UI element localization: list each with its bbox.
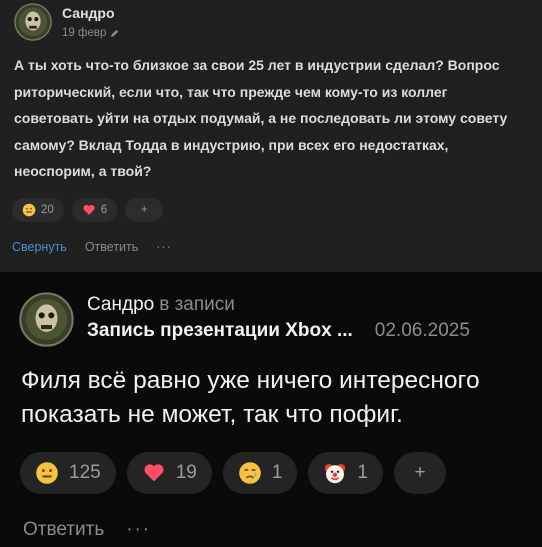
comment-text: А ты хоть что-то близкое за свои 25 лет … <box>14 57 508 179</box>
reaction-smile[interactable]: 20 <box>12 198 64 222</box>
reaction-count: 125 <box>69 462 101 483</box>
comment-author[interactable]: Сандро <box>62 5 115 21</box>
pencil-icon <box>111 29 119 37</box>
comment-date[interactable]: 19 февр <box>62 27 106 39</box>
post-title-link[interactable]: Запись презентации Xbox ... <box>87 320 353 342</box>
comment-date-row: 19 февр <box>62 27 119 39</box>
reactions-bar: 125 19 1 1 + <box>20 452 446 494</box>
heart-emoji-icon <box>144 464 164 482</box>
reaction-heart[interactable]: 6 <box>71 198 118 222</box>
reaction-count: 20 <box>41 204 54 216</box>
comment-text: Филя всё равно уже ничего интересного по… <box>21 367 480 428</box>
collapse-link[interactable]: Свернуть <box>12 240 67 254</box>
avatar[interactable] <box>14 3 52 41</box>
reaction-count: 6 <box>100 204 108 216</box>
comment-author[interactable]: Сандро <box>87 294 154 315</box>
avatar[interactable] <box>19 292 74 347</box>
smile-emoji-icon <box>36 462 58 484</box>
more-options-icon[interactable]: ··· <box>156 240 172 254</box>
crying-emoji-icon <box>239 462 261 484</box>
heart-emoji-icon <box>83 204 95 215</box>
clown-emoji-icon <box>325 464 346 484</box>
parent-comment: Сандро 19 февр А ты хоть что-то близкое … <box>0 0 542 272</box>
comment-date[interactable]: 02.06.2025 <box>375 320 470 342</box>
comment-actions: Свернуть Ответить ··· <box>12 240 172 254</box>
reactions-bar: 20 6 + <box>12 198 164 222</box>
smile-emoji-icon <box>22 203 36 217</box>
add-reaction-button[interactable]: + <box>394 452 446 494</box>
reaction-smile[interactable]: 125 <box>20 452 116 494</box>
reaction-count: 19 <box>175 462 197 483</box>
more-options-icon[interactable]: ··· <box>126 519 151 541</box>
reaction-clown[interactable]: 1 <box>308 452 383 494</box>
add-reaction-button[interactable]: + <box>125 198 164 222</box>
reply-link[interactable]: Ответить <box>23 519 104 541</box>
post-line: Запись презентации Xbox ... 02.06.2025 <box>87 320 470 342</box>
comment-actions: Ответить ··· <box>23 519 151 541</box>
in-post-label: в записи <box>159 294 235 315</box>
author-line: Сандро в записи <box>87 294 235 316</box>
reaction-crying[interactable]: 1 <box>222 452 298 494</box>
reply-link[interactable]: Ответить <box>85 240 138 254</box>
quoted-comment: Сандро в записи Запись презентации Xbox .… <box>0 272 542 547</box>
reaction-count: 1 <box>271 462 283 483</box>
reaction-heart[interactable]: 19 <box>126 452 212 494</box>
reaction-count: 1 <box>357 462 368 483</box>
